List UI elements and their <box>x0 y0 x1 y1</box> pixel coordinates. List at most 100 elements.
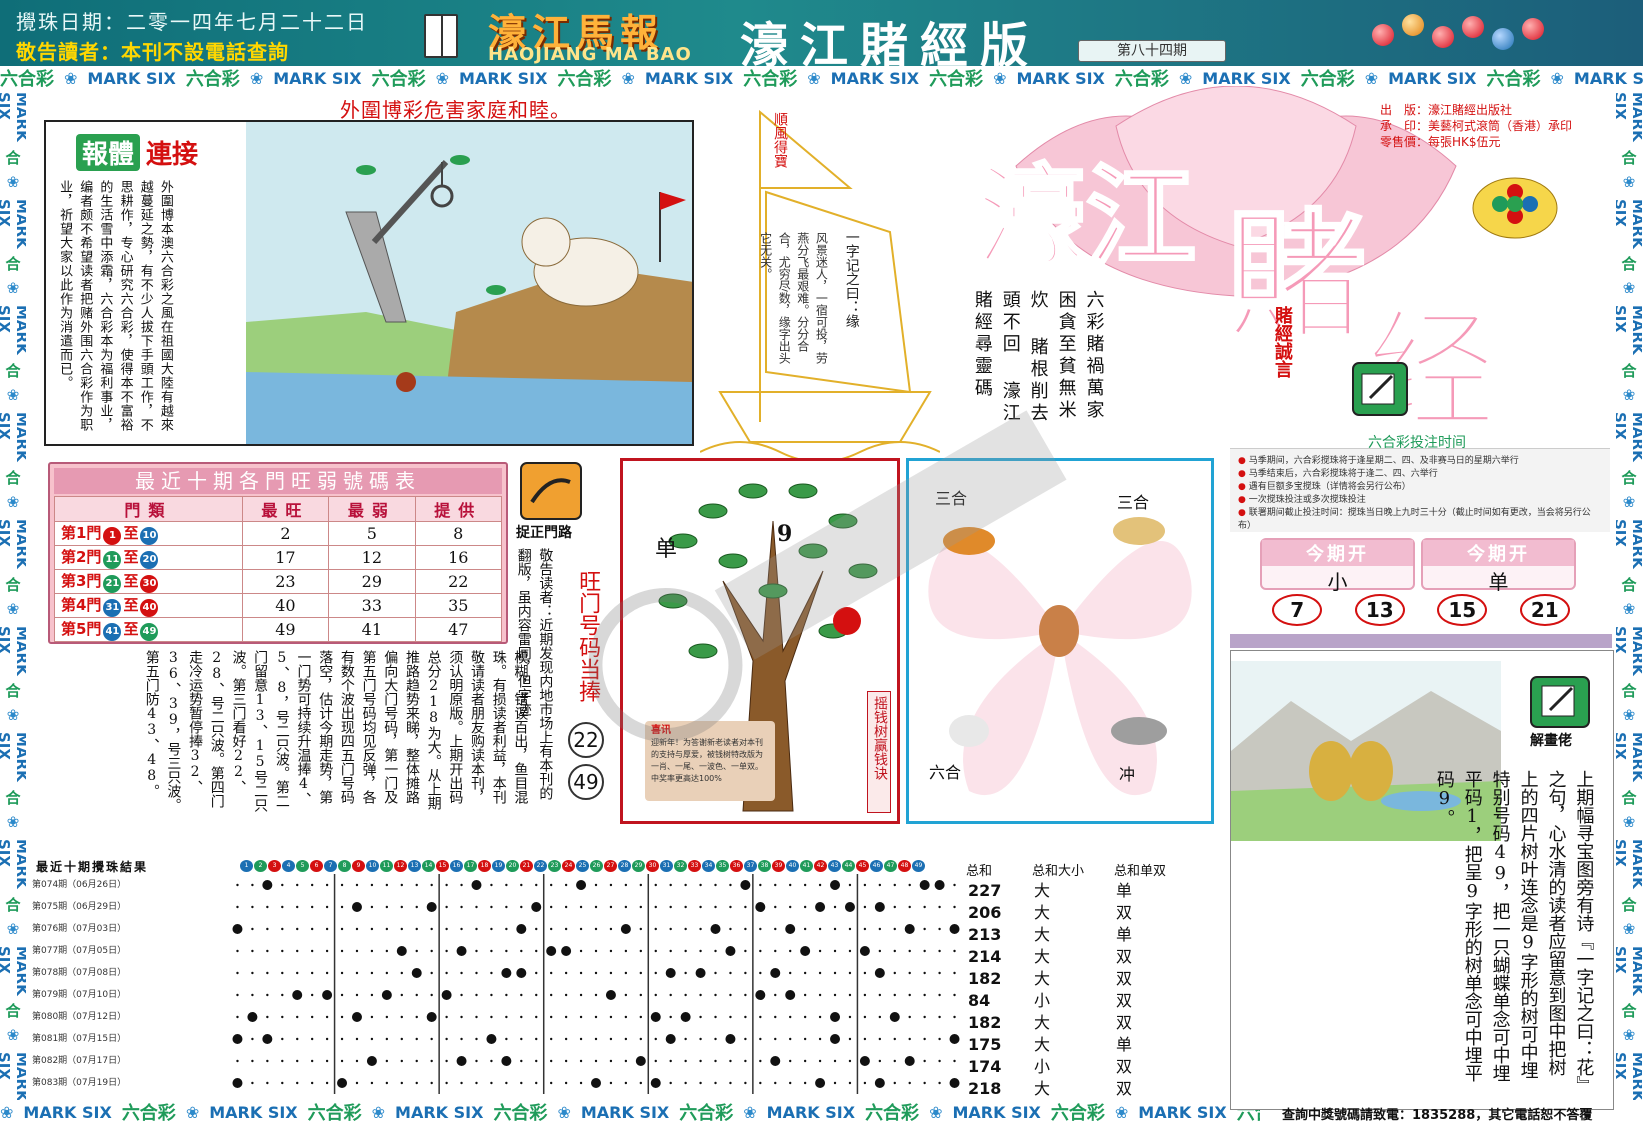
empty-dot <box>699 1015 702 1019</box>
empty-dot <box>340 993 344 997</box>
border-marksix: MARK SIX <box>1573 68 1643 88</box>
empty-dot <box>236 905 239 909</box>
number-header-ball: 37 <box>744 860 757 872</box>
empty-dot <box>669 949 672 953</box>
sum-sum: 213 <box>968 925 1002 944</box>
empty-dot <box>624 1059 628 1063</box>
empty-dot <box>938 1015 941 1019</box>
sum-size: 大 <box>1034 903 1051 922</box>
drawn-number-dot <box>247 1012 258 1022</box>
empty-dot <box>415 1037 418 1041</box>
border-lhc: 六合彩 <box>557 69 612 90</box>
door-to-word: 至 <box>123 572 139 590</box>
drawn-number-dot <box>830 1034 841 1044</box>
empty-dot <box>579 1037 583 1041</box>
lottery-balls-icon <box>1372 12 1632 56</box>
empty-dot <box>893 1037 896 1041</box>
empty-dot <box>475 1059 478 1063</box>
empty-dot <box>266 949 269 953</box>
empty-dot <box>594 1037 598 1041</box>
empty-dot <box>594 883 598 887</box>
empty-dot <box>923 927 926 931</box>
empty-dot <box>251 949 254 953</box>
empty-dot <box>445 1059 448 1063</box>
number-header-ball: 13 <box>408 860 421 872</box>
empty-dot <box>236 1059 239 1063</box>
empty-dot <box>310 1037 314 1041</box>
number-header-ball: 2 <box>254 860 267 872</box>
door-to-ball: 10 <box>140 527 159 545</box>
empty-dot <box>594 927 598 931</box>
page-title: 濠江賭經版 <box>740 18 1041 66</box>
flower-icon: ❀ <box>6 172 20 191</box>
empty-dot <box>535 1037 538 1041</box>
number-header-ball: 17 <box>464 860 477 872</box>
empty-dot <box>669 993 672 997</box>
empty-dot <box>490 927 493 931</box>
empty-dot <box>863 1037 867 1041</box>
pick-number: 15 <box>1437 594 1488 626</box>
empty-dot <box>609 971 613 975</box>
door-to-word: 至 <box>123 596 139 614</box>
flower-icon: ❀ <box>929 1102 943 1122</box>
empty-dot <box>535 883 538 887</box>
empty-dot <box>744 949 747 953</box>
empty-dot <box>684 927 687 931</box>
empty-dot <box>400 1037 403 1041</box>
empty-dot <box>863 971 867 975</box>
sailboat-quote: 一字记之曰：缘 <box>843 230 860 328</box>
sum-oe: 单 <box>1116 1035 1133 1054</box>
border-marksix: MARK SIX <box>580 1102 670 1122</box>
number-header-ball: 31 <box>660 860 673 872</box>
empty-dot <box>355 949 359 953</box>
border-lhc: 六合彩 <box>0 469 26 485</box>
empty-dot <box>445 1081 448 1085</box>
flower-icon: ❀ <box>371 1102 386 1122</box>
empty-dot <box>893 949 896 953</box>
empty-dot <box>759 1081 762 1085</box>
empty-dot <box>624 993 628 997</box>
empty-dot <box>624 1015 628 1019</box>
drawn-number-dot <box>904 1056 915 1066</box>
empty-dot <box>759 927 762 931</box>
empty-dot <box>639 971 643 975</box>
empty-dot <box>355 993 359 997</box>
empty-dot <box>729 927 732 931</box>
empty-dot <box>281 1037 284 1041</box>
publisher-info: 出 版：濠江賭經出版社 承 印：美藝柯式滾筒（香港）承印 零售價：每張HK$伍元 <box>1380 102 1572 150</box>
number-header-ball: 49 <box>912 860 925 872</box>
empty-dot <box>669 927 672 931</box>
empty-dot <box>923 905 926 909</box>
empty-dot <box>953 971 956 975</box>
empty-dot <box>430 949 433 953</box>
empty-dot <box>714 1015 717 1019</box>
sum-sum: 182 <box>968 1013 1002 1032</box>
empty-dot <box>774 883 777 887</box>
empty-dot <box>908 905 911 909</box>
empty-dot <box>893 993 896 997</box>
empty-dot <box>759 971 762 975</box>
drawn-number-dot <box>516 924 527 934</box>
empty-dot <box>908 949 911 953</box>
empty-dot <box>729 1081 732 1085</box>
empty-dot <box>639 949 643 953</box>
drawn-number-dot <box>815 1078 826 1088</box>
door-table-title: 最近十期各門旺弱號碼表 <box>54 468 502 494</box>
empty-dot <box>624 1081 628 1085</box>
border-lhc: 六合彩 <box>743 69 798 90</box>
drawn-number-dot <box>322 990 333 1000</box>
number-header-ball: 30 <box>646 860 659 872</box>
door-row: 第4門 31 至 40 40 33 35 <box>54 593 503 618</box>
empty-dot <box>564 1037 568 1041</box>
writing-hand-icon <box>1530 676 1590 728</box>
drawn-number-dot <box>889 1012 900 1022</box>
drawn-number-dot <box>904 924 915 934</box>
flower-icon: ❀ <box>185 1102 200 1122</box>
empty-dot <box>803 1059 807 1063</box>
empty-dot <box>684 1081 687 1085</box>
empty-dot <box>490 993 493 997</box>
empty-dot <box>251 1037 254 1041</box>
empty-dot <box>774 949 777 953</box>
empty-dot <box>923 949 926 953</box>
empty-dot <box>774 905 777 909</box>
